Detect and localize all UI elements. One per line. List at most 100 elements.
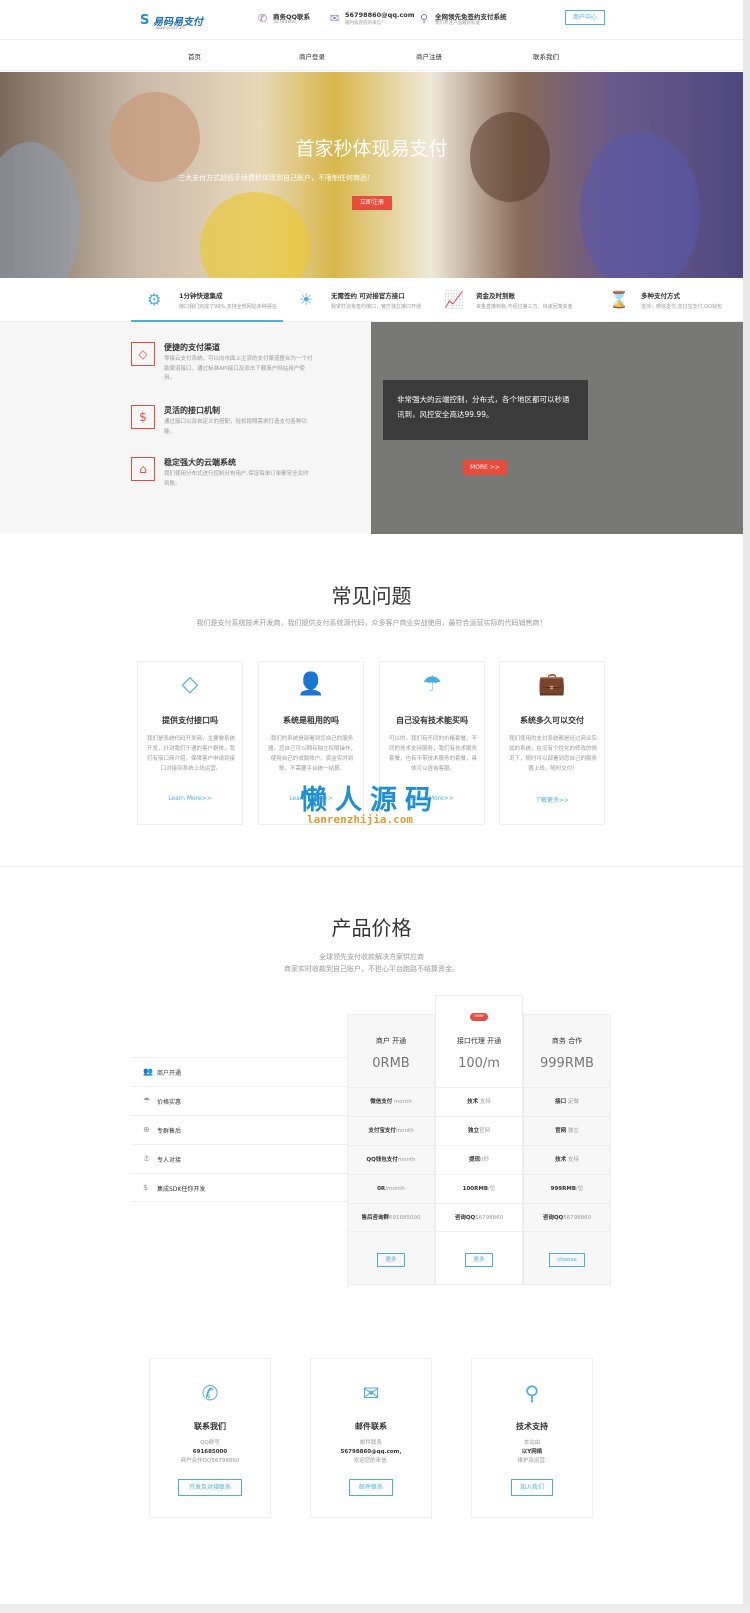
umbrella-icon: ☂ <box>422 672 442 697</box>
plan-row-value: 56798860 <box>563 1215 592 1221</box>
hero-subtitle: 三大支付方式超低手续费秒体现到自己账户，不限制任何商品！ <box>178 174 374 182</box>
feature-desc: 接口我们完成了99%,支持全部网站多种语言 <box>179 304 277 310</box>
location-pin-icon: ⚲ <box>420 12 429 25</box>
plan-row: 售后咨询群691685000 <box>348 1203 434 1232</box>
plan-row-value: 691685000 <box>389 1215 421 1221</box>
pricing-label-text: 集成SDK任你开发 <box>157 1186 206 1193</box>
header-info-title: 56798860@qq.com <box>345 11 415 19</box>
info-item-title: 便捷的支付渠道 <box>164 343 220 352</box>
plan-choose-button[interactable]: choose <box>549 1253 585 1267</box>
scrollbar-track[interactable] <box>743 0 750 1613</box>
contact-line: 商户合作QQ56798860 <box>180 1458 240 1464</box>
faq-card-desc: 我们是系统代码开发商，主要做系统开发，针对我们于通的客户群体，我们有接口商介绍，… <box>146 736 235 772</box>
contact-line: 本站由 <box>523 1440 541 1446</box>
contact-card-text: QQ群号 691685000 商户合作QQ56798860 <box>150 1439 270 1466</box>
plan-more-button[interactable]: 更多 <box>377 1253 405 1267</box>
pricing-label-text: 价格实惠 <box>157 1099 182 1106</box>
diamond-icon: ◇ <box>181 672 199 697</box>
lightbulb-icon: ☀ <box>299 290 314 309</box>
plan-row-key: 微信支付 <box>370 1099 393 1105</box>
support-icon: ⊕ <box>143 1125 150 1134</box>
plan-row-value: /位 <box>576 1186 584 1192</box>
info-item-title: 灵活的接口机制 <box>164 406 220 415</box>
plan-more-button[interactable]: 更多 <box>465 1253 493 1267</box>
nav-merchant-register[interactable]: 商户注册 <box>416 51 442 61</box>
contact-line: 691685000 <box>192 1449 228 1455</box>
info-item-desc: 零接云支付系统，可以向市面上主流的支付渠道整合为一个付款渠道接口，通过标准API… <box>164 356 313 381</box>
diamond-icon: ◇ <box>131 342 155 366</box>
pricing-label: 👥 商户开通 <box>131 1057 347 1086</box>
email-contact-button[interactable]: 邮件联系 <box>349 1479 393 1496</box>
logo-url: www.ymyzf.cn <box>156 25 185 30</box>
contact-card-title: 技术支持 <box>516 1422 548 1431</box>
plan-row-key: 独立 <box>467 1128 479 1134</box>
top-header: S 易码易支付 www.ymyzf.cn ✆ 商务QQ联系 56798860 ✉… <box>0 0 743 40</box>
info-item-desc: 通过接口以及自定义的搭配，轻松按照需求打造支付各种功能。 <box>164 419 308 435</box>
nav-home[interactable]: 首页 <box>188 51 201 61</box>
pricing-column-merchant: 商户 开通 0RMB 微信支付 month 支付宝支付month QQ钱包支付m… <box>347 1014 435 1285</box>
new-badge: new <box>470 1013 488 1021</box>
plan-row-value: /month <box>385 1186 405 1192</box>
plan-row-key: 0R <box>377 1186 386 1192</box>
learn-more-link[interactable]: Learn More>> <box>138 795 242 802</box>
dollar-icon: $ <box>131 405 155 429</box>
plan-row-key: 咨询QQ <box>454 1215 476 1221</box>
plan-price: 999RMB <box>540 1056 594 1071</box>
plan-row-key: 技术 <box>555 1157 567 1163</box>
plan-price: 100/m <box>458 1056 500 1071</box>
contact-card-title: 联系我们 <box>194 1422 226 1431</box>
learn-more-link[interactable]: 了解更多>> <box>500 795 604 804</box>
plan-row-value: 定做 <box>567 1099 579 1105</box>
feature-desc: 支持：微信支付,支付宝支付,QQ钱包 <box>641 304 723 310</box>
plan-name: 商户 开通 <box>375 1037 407 1045</box>
faq-card-desc: 我们的系统是部署到您自己的服务器，您自己可以拥有独立权限操作，使用自己的收款账户… <box>267 736 356 772</box>
plan-row-key: 官网 <box>555 1128 567 1134</box>
info-panel-right: 非常强大的云端控制，分布式，各个地区都可以秒通讯到，风控安全高达99.99。 M… <box>371 322 743 534</box>
plan-price: 0RMB <box>372 1056 410 1071</box>
plan-row-value: 独立 <box>567 1128 579 1134</box>
hero-photo-shape <box>0 142 80 278</box>
faq-card: ◇ 提供支付接口吗 我们是系统代码开发商，主要做系统开发，针对我们于通的客户群体… <box>137 661 243 825</box>
feature-title: 无需签约 可对接官方接口 <box>331 292 405 300</box>
info-card: 非常强大的云端控制，分布式，各个地区都可以秒通讯到，风控安全高达99.99。 <box>383 380 588 440</box>
pricing-label-text: 专人对接 <box>157 1157 182 1164</box>
plan-row-key: 技术 <box>467 1099 479 1105</box>
contact-card-text: 本站由 以Y网络 维护及运营. <box>472 1439 592 1466</box>
plan-row-value: month <box>397 1157 416 1163</box>
pricing-label-text: 专群售后 <box>157 1128 182 1135</box>
pricing-label: ⊕ 专群售后 <box>131 1115 347 1144</box>
more-button[interactable]: MORE >> <box>463 460 507 475</box>
plan-row: 0R/month <box>348 1174 434 1203</box>
nav-contact[interactable]: 联系我们 <box>533 51 559 61</box>
plan-row: 技术 支持 <box>524 1145 610 1174</box>
anchor-icon: ⚓ <box>143 1154 151 1163</box>
plan-row: 咨询QQ56798860 <box>524 1203 610 1232</box>
join-us-button[interactable]: 加入我们 <box>511 1479 553 1496</box>
feature-item[interactable]: ⌛ 多种支付方式 支持：微信支付,支付宝支付,QQ钱包 <box>593 278 743 322</box>
page-bottom-edge <box>0 1604 750 1613</box>
header-info-sub: 56798860 <box>273 20 296 25</box>
merchant-center-button[interactable]: 商户中心 <box>565 10 605 25</box>
info-panel-left: ◇ 便捷的支付渠道 零接云支付系统，可以向市面上主流的支付渠道整合为一个付款渠道… <box>0 322 371 534</box>
register-now-button[interactable]: 立即注册 <box>352 196 392 210</box>
hourglass-icon: ⌛ <box>609 290 629 309</box>
feature-desc: 资金直接到账,不经过第三方，快速回笼资金 <box>476 304 573 310</box>
plan-row: 咨询QQ56798860 <box>436 1203 522 1232</box>
plan-name: 接口代理 开通 <box>456 1037 502 1045</box>
pricing-column-agent: new 接口代理 开通 100/m 技术 支持 独立官网 提现0秒 100RMB… <box>435 995 523 1285</box>
nav-merchant-login[interactable]: 商户登录 <box>299 51 325 61</box>
contact-card: ⚲ 技术支持 本站由 以Y网络 维护及运营. 加入我们 <box>471 1358 593 1518</box>
hero-photo-shape <box>200 192 310 278</box>
pricing-sub2: 商家实时收款到自己账户，不担心平台跑路不结算资金。 <box>284 965 459 973</box>
dollar-icon: $ <box>143 1183 149 1192</box>
umbrella-icon: ☂ <box>143 1096 151 1105</box>
feature-title: 1分钟快速集成 <box>179 292 223 300</box>
feature-item[interactable]: ☀ 无需签约 可对接官方接口 我家打造免签约接口，官方独立接口开通 <box>283 278 428 322</box>
dev-contact-button[interactable]: 开发及对接联系 <box>178 1479 242 1496</box>
feature-item[interactable]: 📈 资金及时到账 资金直接到账,不经过第三方，快速回笼资金 <box>428 278 593 322</box>
plan-row-value: 0秒 <box>480 1157 489 1163</box>
chart-icon: 📈 <box>444 290 464 309</box>
plan-row-value: month <box>393 1099 412 1105</box>
site-logo[interactable]: S 易码易支付 www.ymyzf.cn <box>140 10 203 32</box>
feature-item[interactable]: ⚙ 1分钟快速集成 接口我们完成了99%,支持全部网站多种语言 <box>131 278 283 322</box>
